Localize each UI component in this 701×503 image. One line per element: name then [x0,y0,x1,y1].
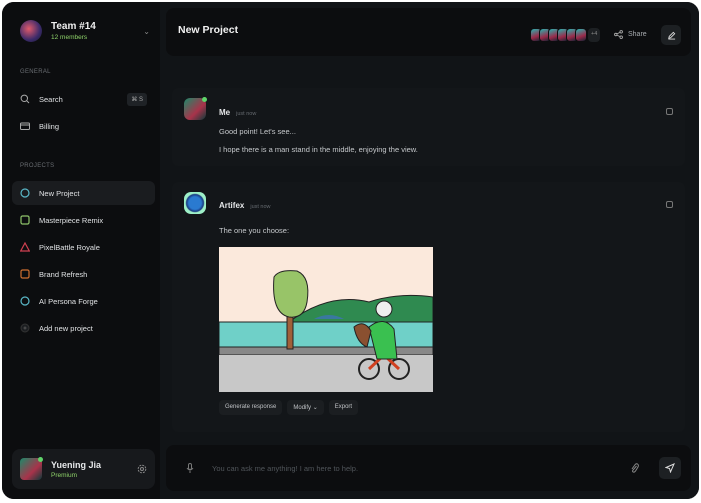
artifex-avatar [184,192,206,214]
message-time: just now [250,204,271,210]
app-window: Team #14 12 members ⌄ GENERAL Search ⌘ S… [2,2,699,499]
square-icon [20,269,30,279]
message-actions: Generate response Modify ⌄ Export [219,400,359,415]
team-avatar [20,20,42,42]
online-indicator [38,457,43,462]
message-author: Artifex just now [219,201,271,210]
card-icon [20,122,30,130]
pencil-icon [667,31,675,40]
share-icon [614,30,623,39]
sidebar-item-billing[interactable]: Billing [12,114,155,138]
add-project-label: Add new project [39,323,93,333]
project-masterpiece-remix[interactable]: Masterpiece Remix [12,208,155,232]
send-button[interactable] [659,457,681,479]
plus-circle-icon [20,323,30,333]
sidebar-item-search[interactable]: Search ⌘ S [12,87,155,111]
export-button[interactable]: Export [328,400,359,415]
project-label: PixelBattle Royale [39,242,100,252]
search-icon [20,94,30,104]
message-text: Good point! Let's see... [219,127,296,136]
paperclip-icon[interactable] [630,463,639,473]
chat-input[interactable]: You can ask me anything! I am here to he… [212,464,358,473]
page-title: New Project [178,24,239,36]
shortcut-badge: ⌘ S [127,92,147,106]
project-label: AI Persona Forge [39,296,98,306]
edit-button[interactable] [661,25,681,45]
team-members: 12 members [51,34,88,41]
copy-icon[interactable] [666,108,673,115]
message-text: I hope there is a man stand in the middl… [219,145,418,154]
avatar [575,28,587,42]
avatar [20,457,43,480]
author-name: Me [219,108,231,117]
triangle-icon [20,242,30,252]
header: New Project +4 Share [166,8,691,56]
user-name: Yuening Jia [51,459,102,470]
main-panel: New Project +4 Share Me just now Good poi… [160,2,699,499]
sidebar-item-label: Search [39,94,63,104]
section-projects: PROJECTS [20,163,55,169]
circle-icon [20,296,30,306]
user-plan: Premium [51,471,78,479]
user-profile[interactable]: Yuening Jia Premium [12,449,155,489]
share-label: Share [628,31,647,38]
author-name: Artifex [219,201,245,210]
chevron-down-icon: ⌄ [143,26,150,36]
project-pixelbattle-royale[interactable]: PixelBattle Royale [12,235,155,259]
send-icon [665,463,675,473]
project-label: Brand Refresh [39,269,88,279]
extra-members-count: +4 [588,28,601,42]
project-label: New Project [39,188,80,198]
online-indicator [202,97,207,102]
sidebar-item-label: Billing [39,121,60,131]
section-general: GENERAL [20,69,51,75]
message-me: Me just now Good point! Let's see... I ho… [172,88,685,166]
copy-icon[interactable] [666,201,673,208]
project-brand-refresh[interactable]: Brand Refresh [12,262,155,286]
chevron-down-icon: ⌄ [312,405,318,411]
project-ai-persona-forge[interactable]: AI Persona Forge [12,289,155,313]
microphone-icon[interactable] [186,463,194,473]
message-time: just now [236,111,257,117]
square-icon [20,215,30,225]
message-text: The one you choose: [219,226,290,235]
share-button[interactable]: Share [614,30,647,39]
modify-label: Modify [293,405,312,411]
team-name: Team #14 [51,21,96,32]
modify-dropdown[interactable]: Modify ⌄ [287,400,324,415]
chat-input-bar: You can ask me anything! I am here to he… [166,445,691,491]
project-label: Masterpiece Remix [39,215,104,225]
gear-icon[interactable] [137,464,147,474]
team-switcher[interactable]: Team #14 12 members ⌄ [20,20,150,42]
member-avatars[interactable]: +4 [530,28,601,42]
message-author: Me just now [219,108,256,117]
avatar [184,97,207,120]
add-project-button[interactable]: Add new project [12,316,155,340]
sidebar: Team #14 12 members ⌄ GENERAL Search ⌘ S… [2,2,160,499]
message-artifex: Artifex just now The one you choose: Gene… [172,182,685,432]
project-new-project[interactable]: New Project [12,181,155,205]
circle-icon [20,188,30,198]
generate-response-button[interactable]: Generate response [219,400,283,415]
generated-image[interactable] [219,247,433,392]
